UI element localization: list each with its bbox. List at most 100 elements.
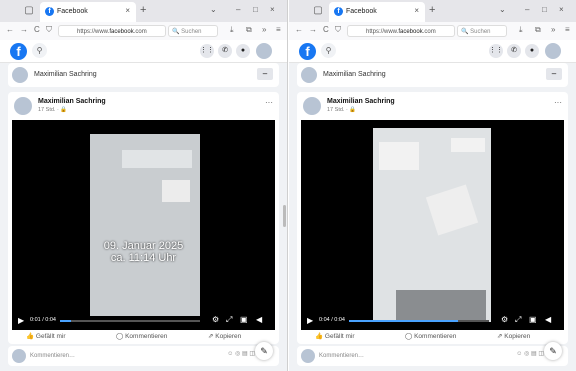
forward-button[interactable]: → [20,25,28,34]
comment-emoji-icons[interactable]: ☺ ◎ ▤ ◫ [227,350,255,357]
maximize-button[interactable]: □ [253,5,258,14]
collapse-button[interactable]: – [257,68,273,80]
comment-input[interactable]: Kommentieren… [30,350,180,362]
download-icon[interactable]: ⤓ [519,25,523,35]
author-avatar[interactable] [14,97,32,115]
minimize-button[interactable]: – [525,5,529,14]
url-domain: facebook [109,29,134,35]
comment-emoji-icons[interactable]: ☺ ◎ ▤ ◫ [516,350,544,357]
video-frame-label [122,150,192,168]
shield-icon[interactable]: ⛉ [46,25,52,35]
menu-icon[interactable]: ≡ [276,25,281,34]
new-message-button[interactable]: ✎ [544,342,562,360]
new-message-button[interactable]: ✎ [255,342,273,360]
url-bar[interactable]: https://www.facebook.com [58,25,166,37]
picture-in-picture-icon[interactable]: ▣ [529,315,537,324]
tab-list-icon[interactable]: ▢ [311,4,325,18]
volume-icon[interactable]: ◀ [256,315,262,324]
forward-button[interactable]: → [309,25,317,34]
like-button[interactable]: 👍 Gefällt mir [315,332,355,340]
post-author[interactable]: Maximilian Sachring [38,98,106,105]
extensions-icon[interactable]: ⧉ [535,25,541,35]
profile-avatar[interactable] [256,43,272,59]
extensions-icon[interactable]: ⧉ [246,25,252,35]
reload-button[interactable]: C [323,25,329,34]
video-player[interactable]: ▶ 0:04 / 0:04 ⚙ ⤢ ▣ ◀ [301,120,564,330]
seek-bar[interactable] [60,320,200,322]
back-button[interactable]: ← [295,25,303,34]
post-author[interactable]: Maximilian Sachring [327,98,395,105]
post-meta: 17 Std. · 🔒 [38,107,68,113]
search-icon[interactable]: ⚲ [32,43,47,58]
post-actions: 👍 Gefällt mir ◯ Kommentieren ⇗ Kopieren [8,330,279,344]
comment-input[interactable]: Kommentieren… [319,350,469,362]
facebook-logo-icon[interactable]: f [299,43,316,60]
tab-title: Facebook [346,8,377,15]
close-window-button[interactable]: × [559,5,564,14]
seek-bar[interactable] [349,320,489,322]
tab-close-icon[interactable]: × [125,6,130,15]
video-frame-barcode [162,180,190,202]
close-window-button[interactable]: × [270,5,275,14]
facebook-header: f ⚲ ⋮⋮ ✆ ● [289,40,576,63]
url-bar[interactable]: https://www.facebook.com [347,25,455,37]
messenger-icon[interactable]: ✆ [507,44,521,58]
maximize-button[interactable]: □ [542,5,547,14]
video-player[interactable]: 09. Januar 2025 ca. 11:14 Uhr ▶ 0:01 / 0… [12,120,275,330]
copy-button[interactable]: ⇗ Kopieren [208,332,241,340]
author-avatar[interactable] [303,97,321,115]
volume-icon[interactable]: ◀ [545,315,551,324]
chevron-down-icon[interactable]: ⌄ [210,5,217,14]
more-options-icon[interactable]: ··· [265,98,273,107]
more-options-icon[interactable]: ··· [554,98,562,107]
collapse-button[interactable]: – [546,68,562,80]
search-icon[interactable]: ⚲ [321,43,336,58]
download-icon[interactable]: ⤓ [230,25,234,35]
search-field[interactable]: 🔍 Suchen [457,25,507,37]
overflow-icon[interactable]: » [262,25,266,34]
menu-icon[interactable]: ≡ [565,25,570,34]
play-icon[interactable]: ▶ [307,316,313,325]
composer-card[interactable]: Maximilian Sachring – [8,63,279,87]
picture-in-picture-icon[interactable]: ▣ [240,315,248,324]
seek-progress [60,320,72,322]
shield-icon[interactable]: ⛉ [335,25,341,35]
composer-name: Maximilian Sachring [323,71,386,78]
like-button[interactable]: 👍 Gefällt mir [26,332,66,340]
bell-icon[interactable]: ● [236,44,250,58]
search-field[interactable]: 🔍 Suchen [168,25,218,37]
chevron-down-icon[interactable]: ⌄ [499,5,506,14]
tab-bar: ▢ f Facebook × + ⌄ – □ × [0,0,287,22]
browser-window-left: ▢ f Facebook × + ⌄ – □ × ← → C ⛉ https:/… [0,0,288,371]
comment-button[interactable]: ◯ Kommentieren [405,332,456,340]
fullscreen-icon[interactable]: ⤢ [226,315,232,325]
browser-window-right: ▢ f Facebook × + ⌄ – □ × ← → C ⛉ https:/… [289,0,576,371]
composer-card[interactable]: Maximilian Sachring – [297,63,568,87]
new-tab-button[interactable]: + [429,4,435,16]
tab-facebook[interactable]: f Facebook × [329,2,425,22]
bell-icon[interactable]: ● [525,44,539,58]
reload-button[interactable]: C [34,25,40,34]
settings-gear-icon[interactable]: ⚙ [501,315,508,324]
profile-avatar[interactable] [545,43,561,59]
tab-list-icon[interactable]: ▢ [22,4,36,18]
tab-facebook[interactable]: f Facebook × [40,2,136,22]
minimize-button[interactable]: – [236,5,240,14]
settings-gear-icon[interactable]: ⚙ [212,315,219,324]
new-tab-button[interactable]: + [140,4,146,16]
back-button[interactable]: ← [6,25,14,34]
messenger-icon[interactable]: ✆ [218,44,232,58]
scrollbar[interactable] [283,205,286,227]
grid-menu-icon[interactable]: ⋮⋮ [200,44,214,58]
copy-button[interactable]: ⇗ Kopieren [497,332,530,340]
comment-button[interactable]: ◯ Kommentieren [116,332,167,340]
copy-label: Kopieren [215,333,242,340]
facebook-logo-icon[interactable]: f [10,43,27,60]
tab-close-icon[interactable]: × [414,6,419,15]
fullscreen-icon[interactable]: ⤢ [515,315,521,325]
play-icon[interactable]: ▶ [18,316,24,325]
video-caption-date: 09. Januar 2025 [103,240,184,252]
facebook-header: f ⚲ ⋮⋮ ✆ ● [0,40,287,63]
overflow-icon[interactable]: » [551,25,555,34]
grid-menu-icon[interactable]: ⋮⋮ [489,44,503,58]
